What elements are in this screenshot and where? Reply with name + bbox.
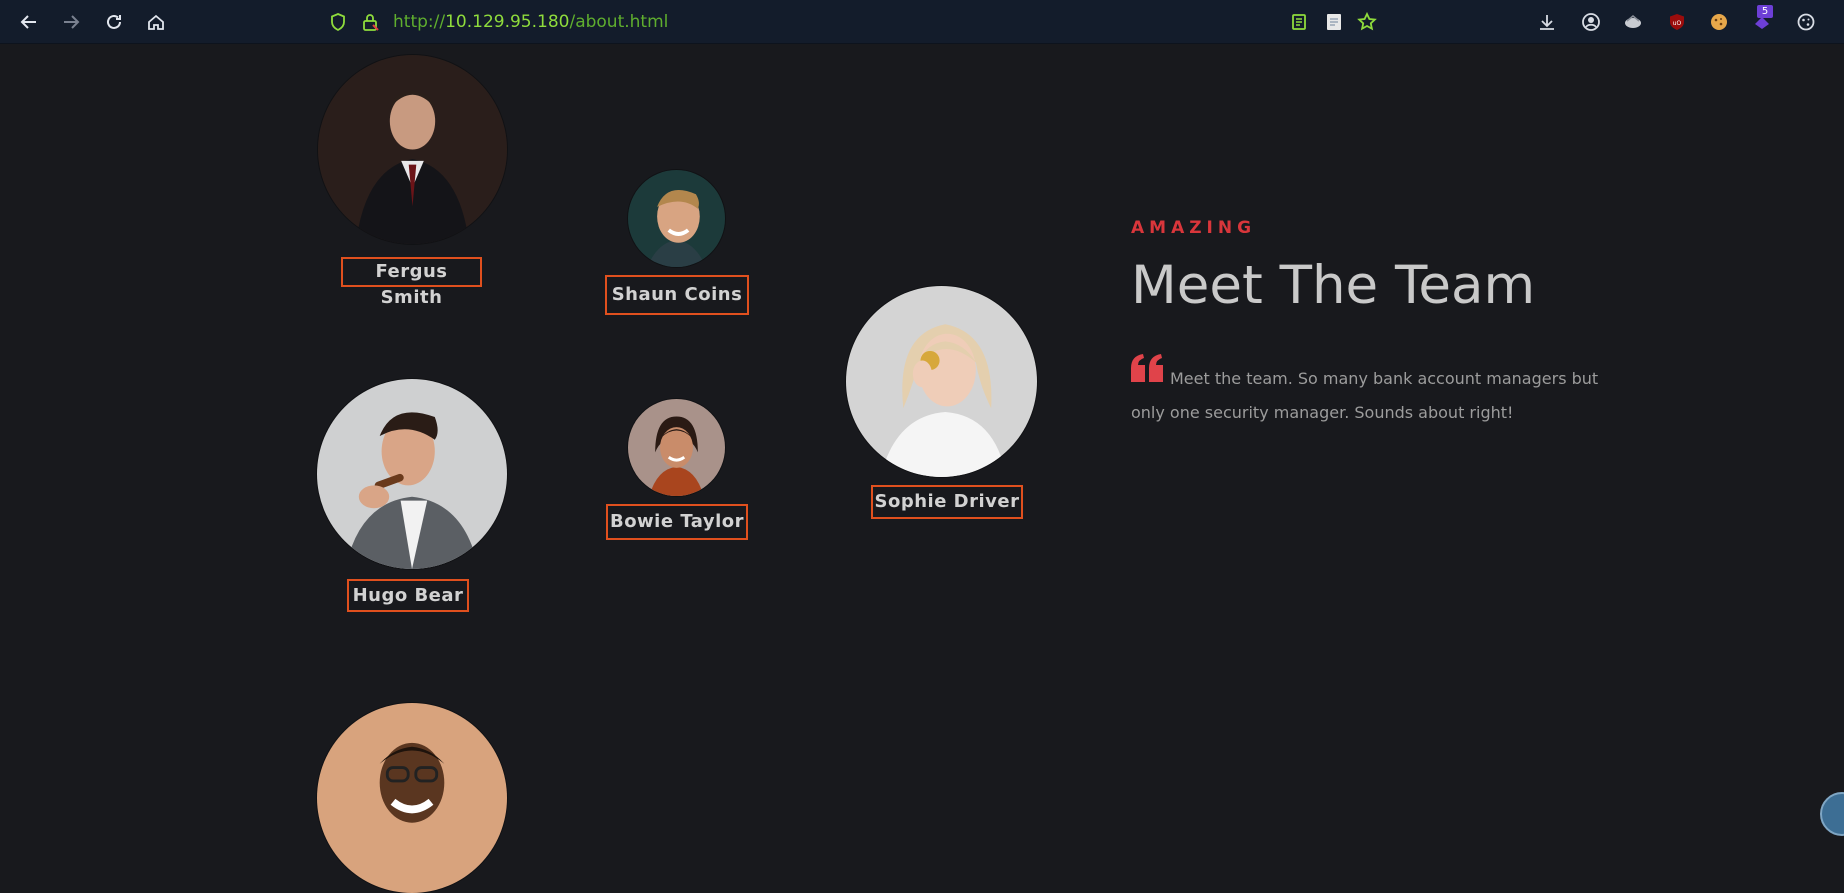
notes-icon[interactable] — [1323, 11, 1345, 33]
reader-icon[interactable] — [1288, 11, 1310, 33]
lock-icon[interactable] — [357, 9, 383, 35]
browser-toolbar: http://10.129.95.180/about.html uO 5 — [0, 0, 1844, 44]
avatar-fergus-smith — [318, 55, 507, 244]
settings-icon[interactable] — [1795, 11, 1817, 33]
avatar-team-member-partial — [317, 703, 507, 893]
svg-text:uO: uO — [1673, 20, 1682, 27]
url-scheme: http:// — [393, 12, 446, 32]
avatar-sophie-driver — [846, 286, 1037, 477]
member-name-shaun-coins: Shaun Coins — [605, 275, 749, 315]
avatar-bowie-taylor — [628, 399, 725, 496]
forward-icon[interactable] — [58, 9, 84, 35]
member-name-fergus-smith: Fergus Smith — [341, 257, 482, 308]
url-path: /about.html — [569, 12, 669, 32]
extension-icon[interactable] — [1622, 11, 1644, 33]
cookie-icon[interactable] — [1708, 11, 1730, 33]
extension-badge: 5 — [1757, 5, 1773, 18]
url-bar[interactable]: http://10.129.95.180/about.html — [393, 10, 668, 34]
url-host: 10.129.95.180 — [445, 12, 570, 32]
team-quote: Meet the team. So many bank account mana… — [1131, 369, 1599, 422]
back-icon[interactable] — [16, 9, 42, 35]
section-eyebrow: AMAZING — [1131, 218, 1257, 238]
member-name-sophie-driver: Sophie Driver — [871, 485, 1023, 519]
member-name-hugo-bear: Hugo Bear — [347, 579, 469, 612]
member-name-bowie-taylor: Bowie Taylor — [606, 504, 748, 540]
avatar-shaun-coins — [628, 170, 725, 267]
shield-icon[interactable] — [325, 9, 351, 35]
download-icon[interactable] — [1536, 11, 1558, 33]
avatar-hugo-bear — [317, 379, 507, 569]
ublock-icon[interactable]: uO — [1666, 11, 1688, 33]
page-title: Meet The Team — [1131, 255, 1536, 316]
about-page: Fergus Smith Shaun Coins Hugo Bear Bowie… — [0, 44, 1844, 893]
chat-widget-icon[interactable] — [1820, 792, 1844, 836]
reload-icon[interactable] — [101, 9, 127, 35]
home-icon[interactable] — [143, 9, 169, 35]
account-icon[interactable] — [1580, 11, 1602, 33]
bookmark-star-icon[interactable] — [1356, 11, 1378, 33]
